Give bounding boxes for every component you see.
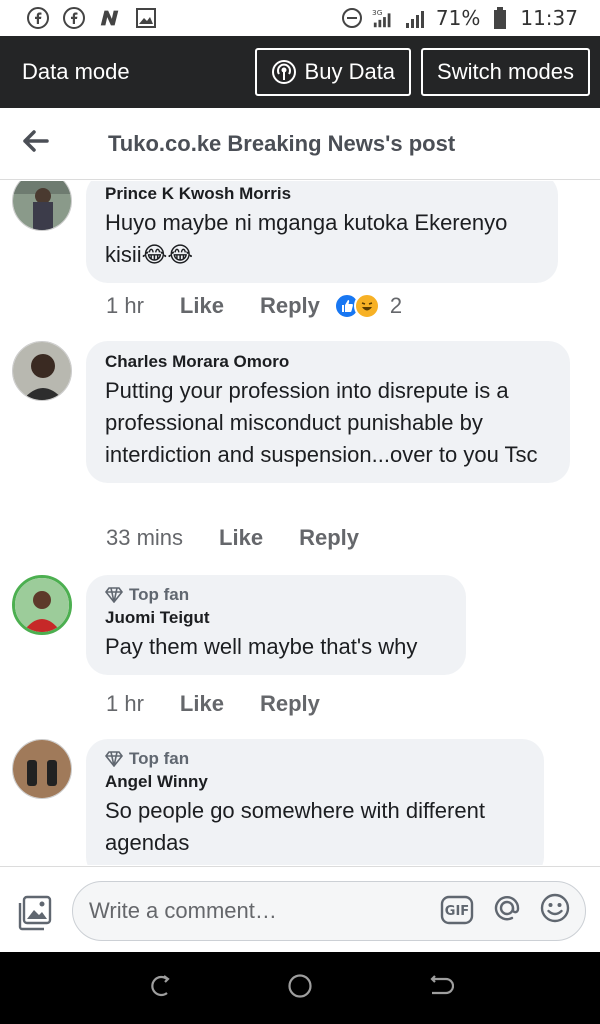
do-not-disturb-icon xyxy=(340,6,364,30)
comment-time[interactable]: 33 mins xyxy=(106,525,183,551)
buy-data-button[interactable]: Buy Data xyxy=(254,48,412,96)
comment-text: Pay them well maybe that's why xyxy=(105,634,418,659)
back-button[interactable] xyxy=(0,108,72,180)
data-mode-bar: Data mode Buy Data Switch modes xyxy=(0,36,600,108)
reply-button[interactable]: Reply xyxy=(260,691,320,717)
haha-reaction-icon xyxy=(353,293,380,319)
status-bar: 3G 71% 11:37 xyxy=(0,0,600,36)
comment-bubble[interactable]: Prince K Kwosh Morris Huyo maybe ni mgan… xyxy=(86,181,558,283)
home-circle-icon xyxy=(286,972,314,1005)
photo-button[interactable] xyxy=(18,895,54,931)
avatar[interactable] xyxy=(12,739,72,799)
status-right: 3G 71% 11:37 xyxy=(340,6,578,30)
status-time: 11:37 xyxy=(520,6,578,30)
status-left-icons xyxy=(26,6,158,30)
gif-button[interactable]: GIF xyxy=(440,893,474,927)
comment-composer: GIF xyxy=(0,866,600,952)
comment-author[interactable]: Juomi Teigut xyxy=(105,607,446,629)
post-header: Tuko.co.ke Breaking News's post xyxy=(0,108,600,180)
diamond-icon xyxy=(105,751,123,767)
back-nav-button[interactable] xyxy=(420,968,460,1008)
reply-button[interactable]: Reply xyxy=(299,525,359,551)
comments-list[interactable]: Prince K Kwosh Morris Huyo maybe ni mgan… xyxy=(0,181,600,865)
avatar[interactable] xyxy=(12,181,72,231)
signal-3g-icon: 3G xyxy=(372,6,396,30)
comment-author[interactable]: Charles Morara Omoro xyxy=(105,351,550,373)
gallery-icon xyxy=(134,6,158,30)
gif-label: GIF xyxy=(445,904,469,919)
diamond-icon xyxy=(105,587,123,603)
avatar[interactable] xyxy=(12,575,72,635)
comment-author[interactable]: Prince K Kwosh Morris xyxy=(105,183,538,205)
comment-text: So people go somewhere with different ag… xyxy=(105,798,485,855)
buy-data-label: Buy Data xyxy=(304,59,396,84)
broadcast-icon xyxy=(271,59,297,85)
top-fan-badge: Top fan xyxy=(105,749,524,769)
like-button[interactable]: Like xyxy=(219,525,263,551)
comment-actions: 1 hr Like Reply 2 xyxy=(106,293,402,319)
signal-icon xyxy=(404,6,428,30)
at-sign-icon xyxy=(491,892,523,929)
comment-bubble[interactable]: Top fan Juomi Teigut Pay them well maybe… xyxy=(86,575,466,675)
n-app-icon xyxy=(98,6,122,30)
back-arrow-icon xyxy=(23,130,49,157)
system-nav-bar xyxy=(0,952,600,1024)
switch-modes-label: Switch modes xyxy=(437,59,574,84)
page-title: Tuko.co.ke Breaking News's post xyxy=(108,130,456,156)
badge-label: Top fan xyxy=(129,585,190,604)
avatar[interactable] xyxy=(12,341,72,401)
facebook-icon xyxy=(62,6,86,30)
comment-actions: 1 hr Like Reply xyxy=(106,691,356,717)
home-button[interactable] xyxy=(280,968,320,1008)
like-button[interactable]: Like xyxy=(180,691,224,717)
smiley-icon xyxy=(539,892,571,929)
badge-label: Top fan xyxy=(129,749,190,768)
battery-icon xyxy=(488,6,512,30)
switch-modes-button[interactable]: Switch modes xyxy=(421,48,590,96)
comment-actions: 33 mins Like Reply xyxy=(106,525,395,551)
reaction-count: 2 xyxy=(389,293,403,318)
battery-percent: 71% xyxy=(435,6,481,30)
comment-bubble[interactable]: Charles Morara Omoro Putting your profes… xyxy=(86,341,570,483)
back-nav-icon xyxy=(426,973,455,1004)
facebook-icon xyxy=(26,6,50,30)
comment-author[interactable]: Angel Winny xyxy=(105,771,524,793)
comment-time[interactable]: 1 hr xyxy=(106,293,144,319)
laughing-emoji: 😂😂 xyxy=(141,242,194,267)
recents-icon xyxy=(147,973,173,1004)
like-button[interactable]: Like xyxy=(180,293,224,319)
photo-icon xyxy=(18,895,54,935)
recents-button[interactable] xyxy=(140,968,180,1008)
emoji-button[interactable] xyxy=(538,893,572,927)
mention-button[interactable] xyxy=(490,893,524,927)
svg-text:3G: 3G xyxy=(372,8,383,17)
top-fan-badge: Top fan xyxy=(105,585,446,605)
comment-time[interactable]: 1 hr xyxy=(106,691,144,717)
comment-bubble[interactable]: Top fan Angel Winny So people go somewhe… xyxy=(86,739,544,865)
reply-button[interactable]: Reply xyxy=(260,293,320,319)
data-mode-label: Data mode xyxy=(22,59,130,84)
comment-text: Putting your profession into disrepute i… xyxy=(105,378,538,467)
comment-text: Huyo maybe ni mganga kutoka Ekerenyo kis… xyxy=(105,207,538,271)
reactions-summary[interactable]: 2 xyxy=(333,293,403,319)
